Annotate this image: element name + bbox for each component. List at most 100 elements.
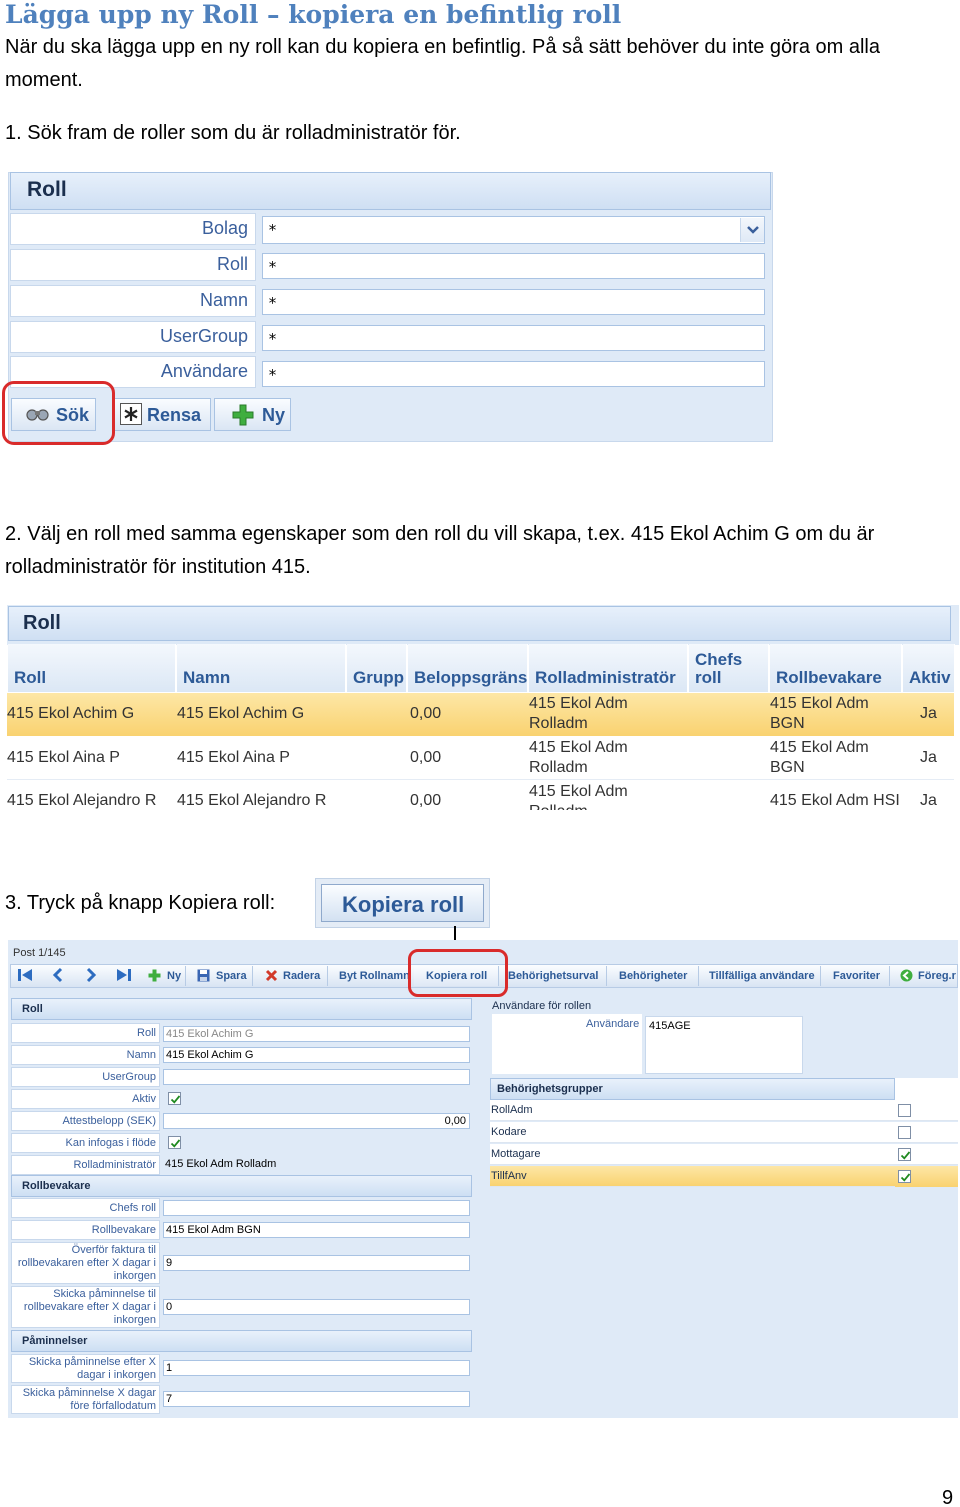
users-label: Användare [586,1018,640,1030]
column-header-beloppsgrans[interactable]: Beloppsgräns [408,644,528,692]
copy-role-button-example[interactable]: Kopiera roll [315,878,490,928]
toolbar-temp-users-button[interactable]: Tillfälliga användare [703,966,821,986]
label-chefs-roll: Chefs roll [11,1198,160,1218]
skicka-paminnelse-bevakare-field[interactable]: 0 [163,1299,470,1315]
usergroup-field[interactable] [163,1069,470,1085]
back-arrow-icon [900,969,913,982]
intro-text-line-2: moment. [5,69,83,91]
usergroup-input[interactable]: * [262,325,765,351]
rollbevakare-field[interactable]: 415 Ekol Adm BGN [163,1222,470,1238]
table-row-selected[interactable]: 415 Ekol Achim G 415 Ekol Achim G 0,00 4… [7,693,954,736]
label-paminnelse-inkorgen: Skicka påminnelse efter Xdagar i inkorge… [11,1354,160,1383]
results-panel-header: Roll [8,606,951,641]
paminnelse-inkorgen-field[interactable]: 1 [163,1360,470,1376]
group-row[interactable]: RollAdm [490,1100,895,1121]
delete-x-icon [265,969,278,982]
label-skicka-paminnelse-bevakare: Skicka påminnelse til rollbevakare efter … [11,1286,160,1328]
chefs-roll-field[interactable] [163,1200,470,1216]
label-namn: Namn [10,285,256,317]
label-paminnelse-forfallodatum: Skicka påminnelse X dagar före förfalloda… [11,1385,160,1414]
section-behorighetsgrupper: Behörighetsgrupper [490,1078,895,1100]
users-list[interactable]: 415AGE [645,1016,803,1074]
new-button[interactable]: Ny [214,398,291,431]
kan-infogas-checkbox[interactable] [168,1136,181,1149]
plus-icon [232,404,254,431]
toolbar-previous-button[interactable]: Föreg.r [894,966,958,986]
roll-input[interactable]: * [262,253,765,279]
toolbar-permissions-button[interactable]: Behörigheter [611,966,699,986]
intro-text-line-1: När du ska lägga upp en ny roll kan du k… [5,36,880,58]
group-checkbox-tillfanv[interactable] [898,1170,911,1183]
step-2-text-line-2: rolladministratör för institution 415. [5,556,311,578]
checkmark-icon [900,1173,911,1182]
users-section-title: Användare för rollen [492,1000,592,1012]
column-header-roll[interactable]: Roll [8,644,176,692]
label-namn: Namn [11,1045,160,1065]
column-header-grupp[interactable]: Grupp [347,644,407,692]
roll-field[interactable]: 415 Ekol Achim G [163,1026,470,1042]
toolbar-selection-button[interactable]: Behörighetsurval [503,966,607,986]
column-header-namn[interactable]: Namn [177,644,346,692]
toolbar-favorites-button[interactable]: Favoriter [825,966,890,986]
label-roll: Roll [10,249,256,281]
table-row[interactable]: 415 Ekol Aina P 415 Ekol Aina P 0,00 415… [7,737,954,780]
clear-button[interactable]: Rensa [113,398,211,431]
column-header-rolladministrator[interactable]: Rolladministratör [529,644,688,692]
anvandare-input[interactable]: * [262,361,765,387]
column-header-chefs-roll[interactable]: Chefs roll [689,644,769,692]
search-panel-header: Roll [10,172,771,210]
last-record-icon[interactable] [115,967,133,983]
toolbar-delete-button[interactable]: Radera [257,966,328,986]
group-checkbox-mottagare[interactable] [898,1148,911,1161]
label-roll: Roll [11,1023,160,1043]
previous-record-icon[interactable] [50,967,66,983]
label-kan-infogas: Kan infogas i flöde [11,1133,160,1153]
chevron-down-icon[interactable] [740,218,764,242]
checkmark-icon [170,1139,181,1148]
group-checkbox-rolladm[interactable] [898,1104,911,1117]
bolag-dropdown[interactable]: * [262,216,765,244]
aktiv-checkbox[interactable] [168,1092,181,1105]
group-row[interactable]: Mottagare [490,1144,895,1165]
step-2-text-line-1: 2. Välj en roll med samma egenskaper som… [5,523,875,545]
label-overfor-faktura: Överför faktura til rollbevakaren efter X… [11,1242,160,1284]
table-row[interactable]: 415 Ekol Alejandro R 415 Ekol Alejandro … [7,781,954,810]
group-row-selected[interactable]: TillfAnv [490,1166,895,1187]
checkmark-icon [900,1151,911,1160]
label-rollbevakare: Rollbevakare [11,1220,160,1240]
floppy-disk-icon [197,969,210,982]
toolbar-rename-button[interactable]: Byt Rollnamn [332,966,410,986]
record-counter: Post 1/145 [13,947,66,959]
step-1-text: 1. Sök fram de roller som du är rolladmi… [5,122,461,144]
rolladministrator-value: 415 Ekol Adm Rolladm [165,1158,277,1170]
first-record-icon[interactable] [16,967,34,983]
column-header-rollbevakare[interactable]: Rollbevakare [770,644,902,692]
paminnelse-forfallodatum-field[interactable]: 7 [163,1391,470,1407]
next-record-icon[interactable] [83,967,99,983]
group-row[interactable]: Kodare [490,1122,895,1143]
toolbar-new-button[interactable]: Ny [143,966,186,986]
group-checkbox-kodare[interactable] [898,1126,911,1139]
namn-field[interactable]: 415 Ekol Achim G [163,1047,470,1063]
label-usergroup: UserGroup [11,1067,160,1087]
document-title: Lägga upp ny Roll – kopiera en befintlig… [5,0,622,29]
overfor-faktura-field[interactable]: 9 [163,1255,470,1271]
toolbar-save-button[interactable]: Spara [190,966,253,986]
label-bolag: Bolag [10,213,256,245]
step-3-text: 3. Tryck på knapp Kopiera roll: [5,892,276,914]
section-rollbevakare: Rollbevakare [11,1175,472,1197]
label-usergroup: UserGroup [10,321,256,353]
section-paminnelser: Påminnelser [11,1330,472,1352]
column-header-aktiv[interactable]: Aktiv [903,644,955,692]
asterisk-icon [120,403,142,425]
label-attestbelopp: Attestbelopp (SEK) [11,1111,160,1131]
highlight-search-button [2,381,115,445]
label-aktiv: Aktiv [11,1089,160,1109]
attestbelopp-field[interactable]: 0,00 [163,1113,470,1129]
page-number: 9 [942,1487,954,1507]
results-panel-title: Roll [23,612,61,634]
search-panel-title: Roll [27,178,67,201]
checkmark-icon [170,1095,181,1104]
namn-input[interactable]: * [262,289,765,315]
label-rolladministrator: Rolladministratör [11,1155,160,1175]
